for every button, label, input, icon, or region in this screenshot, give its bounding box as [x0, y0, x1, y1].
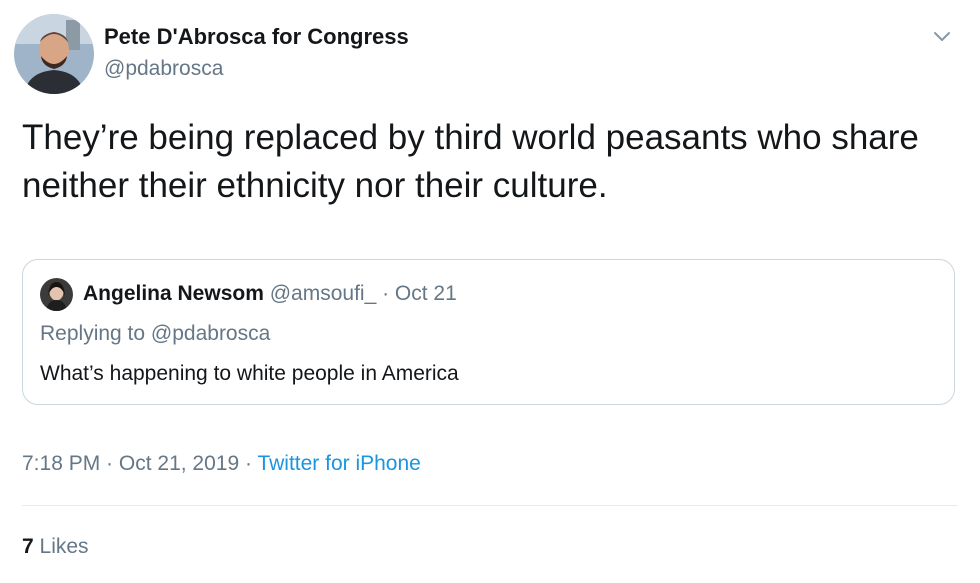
likes-count: 7: [22, 535, 34, 558]
divider: [22, 505, 958, 506]
quoted-header: Angelina Newsom @amsoufi_ · Oct 21: [83, 282, 457, 306]
tweet-source-link[interactable]: Twitter for iPhone: [257, 452, 420, 475]
author-avatar[interactable]: [14, 14, 94, 94]
quoted-author-name[interactable]: Angelina Newsom: [83, 282, 264, 305]
likes-label: Likes: [33, 535, 89, 558]
author-handle[interactable]: @pdabrosca: [104, 57, 223, 81]
tweet-text: They’re being replaced by third world pe…: [22, 118, 919, 205]
tweet-date[interactable]: Oct 21, 2019: [119, 452, 239, 475]
quoted-author-handle[interactable]: @amsoufi_: [270, 282, 377, 305]
replying-mention[interactable]: @pdabrosca: [151, 322, 270, 345]
quoted-separator: ·: [376, 282, 395, 305]
likes-link[interactable]: 7 Likes: [22, 535, 89, 559]
meta-separator-2: ·: [239, 452, 258, 475]
meta-separator: ·: [100, 452, 119, 475]
tweet-time[interactable]: 7:18 PM: [22, 452, 100, 475]
chevron-down-icon[interactable]: [930, 24, 954, 48]
tweet-meta: 7:18 PM · Oct 21, 2019 · Twitter for iPh…: [22, 452, 421, 476]
quoted-tweet-text: What’s happening to white people in Amer…: [40, 362, 459, 385]
replying-to: Replying to @pdabrosca: [40, 322, 270, 346]
quoted-author-avatar[interactable]: [40, 278, 73, 311]
quoted-tweet[interactable]: Angelina Newsom @amsoufi_ · Oct 21 Reply…: [22, 259, 955, 405]
tweet-card: Pete D'Abrosca for Congress @pdabrosca T…: [0, 0, 980, 583]
author-name[interactable]: Pete D'Abrosca for Congress: [104, 24, 409, 50]
replying-prefix: Replying to: [40, 322, 151, 345]
quoted-date[interactable]: Oct 21: [395, 282, 457, 305]
